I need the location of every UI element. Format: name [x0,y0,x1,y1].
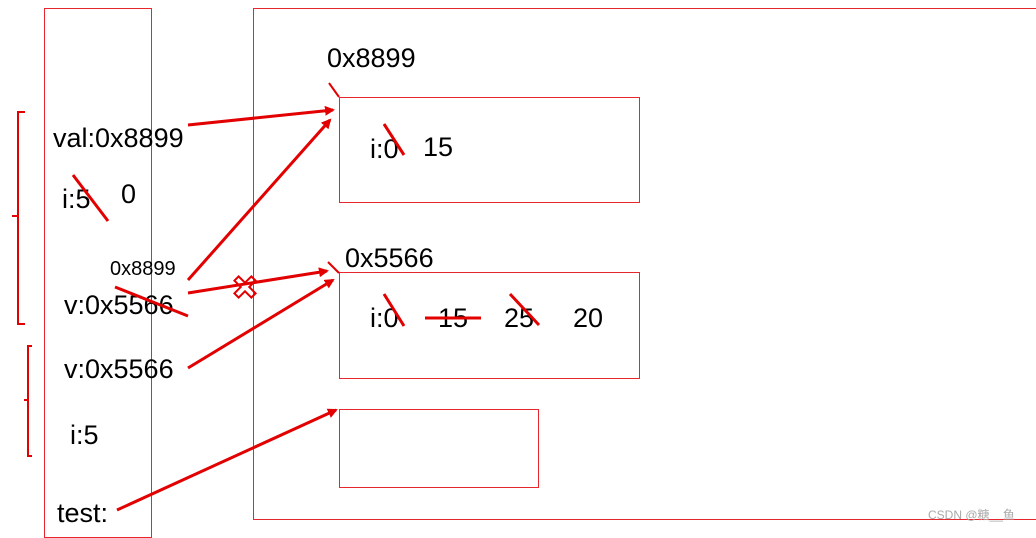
watermark: CSDN @糖__鱼 [928,508,1015,522]
arrow-v2-to-0x5566 [187,278,335,370]
bracket-left-upper [17,111,25,325]
arrow-val-to-0x8899 [187,105,335,127]
strike-obj2-25 [508,292,541,327]
address-tick-0x5566 [327,261,340,274]
arrow-v1-to-0x5566 [187,267,329,295]
diagram-overlay [12,82,541,512]
strike-obj1-i0 [382,123,406,156]
address-tick-0x8899 [328,82,340,98]
bracket-left-lower [27,345,32,457]
arrow-test-to-empty [116,408,338,512]
arrow-v1-to-0x8899 [186,118,332,281]
strike-obj2-i0 [382,293,406,327]
strike-stack-i5 [71,174,110,222]
strike-stack-v1 [114,285,189,318]
